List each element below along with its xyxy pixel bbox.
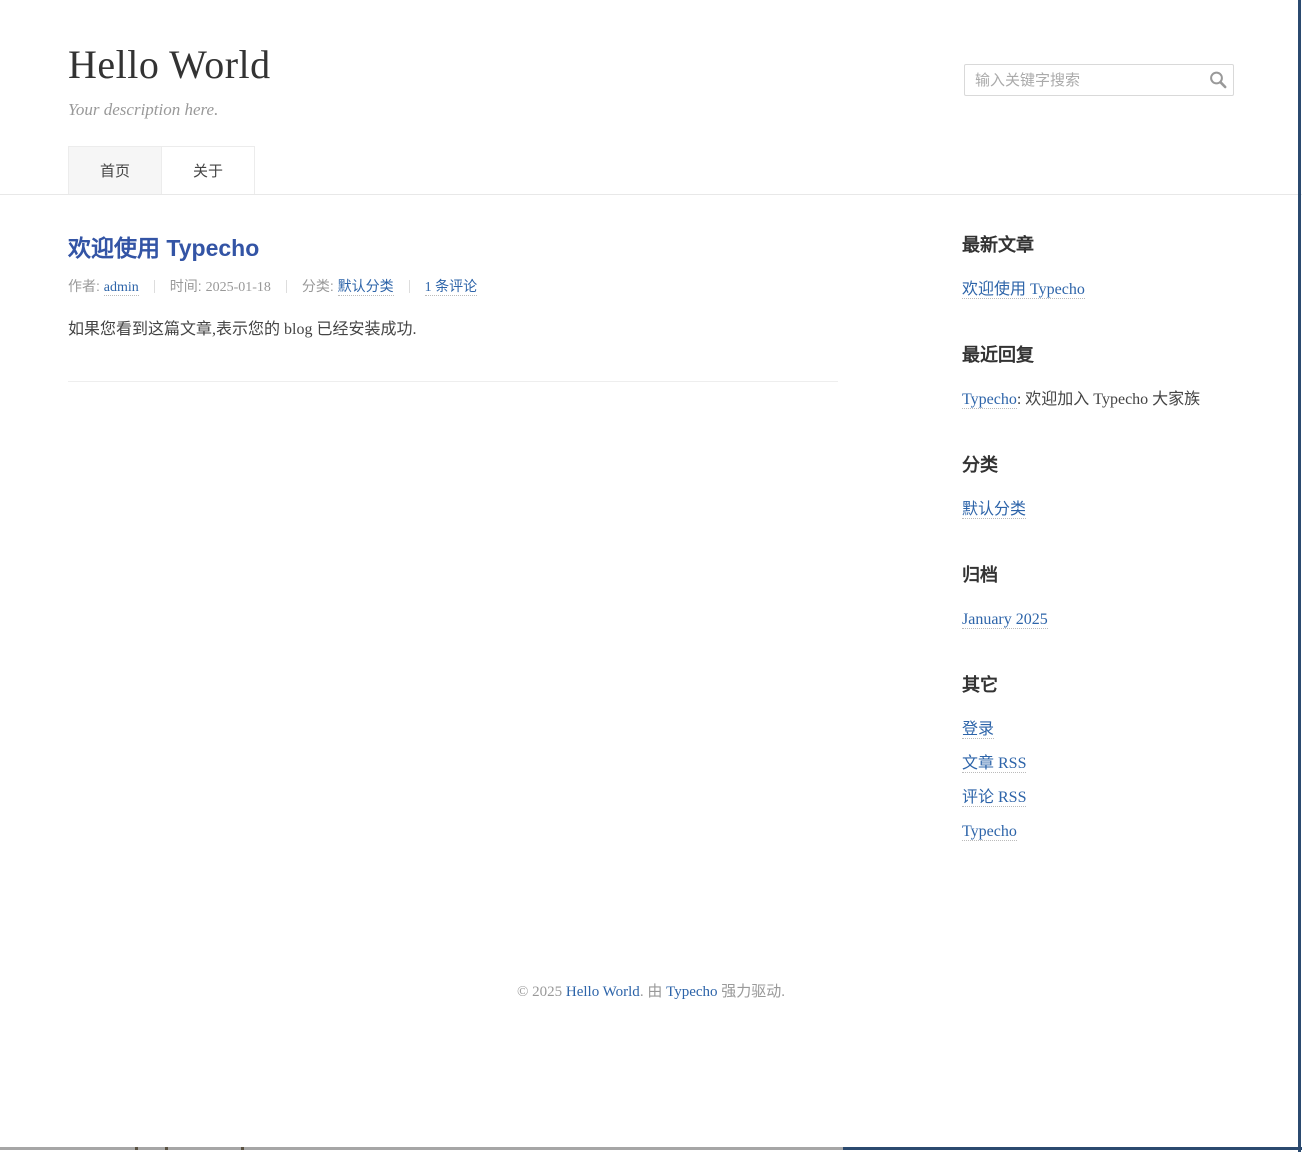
date-label: 时间: xyxy=(170,278,206,294)
list-item: 文章 RSS xyxy=(962,754,1234,774)
post-title: 欢迎使用 Typecho xyxy=(68,233,838,263)
list-item: 登录 xyxy=(962,720,1234,740)
window-right-border xyxy=(1298,0,1301,1152)
comments-link[interactable]: 1 条评论 xyxy=(425,280,478,296)
widget-title: 分类 xyxy=(962,453,1234,477)
taskbar-icon-sliver xyxy=(135,1147,138,1150)
recent-comment-author-link[interactable]: Typecho xyxy=(962,391,1017,409)
recent-post-link[interactable]: 欢迎使用 Typecho xyxy=(962,281,1085,299)
site-description: Your description here. xyxy=(68,100,1234,120)
widget-title: 归档 xyxy=(962,563,1234,587)
nav-tab-about[interactable]: 关于 xyxy=(161,146,255,194)
footer-middle-text: . 由 xyxy=(640,984,666,1000)
author-label: 作者: xyxy=(68,278,104,294)
post: 欢迎使用 Typecho 作者: admin 时间: 2025-01-18 分类: … xyxy=(68,233,838,382)
site-title-link[interactable]: Hello World xyxy=(68,42,271,87)
footer-site-link[interactable]: Hello World xyxy=(566,984,640,1000)
widget-title: 最新文章 xyxy=(962,233,1234,257)
widget-recent-comments: 最近回复 Typecho: 欢迎加入 Typecho 大家族 xyxy=(962,343,1234,410)
taskbar-edge xyxy=(0,1147,843,1150)
author-link[interactable]: admin xyxy=(104,280,139,296)
post-divider xyxy=(68,381,838,382)
comments-rss-link[interactable]: 评论 RSS xyxy=(962,789,1026,807)
footer-copyright: © 2025 Hello World. 由 Typecho 强力驱动. xyxy=(68,980,1234,1061)
list-item: 评论 RSS xyxy=(962,788,1234,808)
category-link[interactable]: 默认分类 xyxy=(338,280,394,296)
recent-comment-excerpt: : 欢迎加入 Typecho 大家族 xyxy=(1017,391,1200,408)
footer-suffix-text: 强力驱动. xyxy=(718,984,786,1000)
window-bottom-border xyxy=(843,1147,1302,1150)
meta-separator xyxy=(409,280,410,293)
copyright-prefix: © 2025 xyxy=(517,984,566,1000)
list-item: January 2025 xyxy=(962,610,1234,630)
archive-link[interactable]: January 2025 xyxy=(962,611,1048,629)
taskbar-icon-sliver xyxy=(241,1147,244,1150)
main-nav: 首页 关于 xyxy=(68,146,1234,194)
widget-recent-posts: 最新文章 欢迎使用 Typecho xyxy=(962,233,1234,300)
category-item-link[interactable]: 默认分类 xyxy=(962,501,1026,519)
main-column: 欢迎使用 Typecho 作者: admin 时间: 2025-01-18 分类: … xyxy=(68,233,838,885)
meta-separator xyxy=(286,280,287,293)
browser-viewport: Hello World Your description here. 首页 关于 xyxy=(0,0,1302,1152)
category-label: 分类: xyxy=(302,278,338,294)
widget-archives: 归档 January 2025 xyxy=(962,563,1234,630)
login-link[interactable]: 登录 xyxy=(962,721,994,739)
list-item: Typecho xyxy=(962,822,1234,842)
post-meta: 作者: admin 时间: 2025-01-18 分类: 默认分类 1 条评论 xyxy=(68,276,838,298)
widget-title: 最近回复 xyxy=(962,343,1234,367)
site-header: Hello World Your description here. 首页 关于 xyxy=(0,0,1302,195)
list-item: Typecho: 欢迎加入 Typecho 大家族 xyxy=(962,390,1234,410)
posts-rss-link[interactable]: 文章 RSS xyxy=(962,755,1026,773)
post-title-link[interactable]: 欢迎使用 Typecho xyxy=(68,235,259,261)
taskbar-icon-sliver xyxy=(165,1147,168,1150)
nav-tab-home[interactable]: 首页 xyxy=(68,146,162,194)
sidebar: 最新文章 欢迎使用 Typecho 最近回复 Typecho: 欢迎加入 Typ… xyxy=(962,233,1234,885)
widget-misc: 其它 登录 文章 RSS 评论 RSS Typecho xyxy=(962,673,1234,842)
widget-title: 其它 xyxy=(962,673,1234,697)
typecho-link[interactable]: Typecho xyxy=(962,823,1017,841)
list-item: 默认分类 xyxy=(962,500,1234,520)
search-input[interactable] xyxy=(964,64,1234,96)
widget-categories: 分类 默认分类 xyxy=(962,453,1234,520)
list-item: 欢迎使用 Typecho xyxy=(962,280,1234,300)
footer-engine-link[interactable]: Typecho xyxy=(666,984,717,1000)
search-submit-button[interactable] xyxy=(1208,70,1228,90)
search-icon xyxy=(1208,78,1228,93)
post-body-text: 如果您看到这篇文章,表示您的 blog 已经安装成功. xyxy=(68,318,838,342)
meta-separator xyxy=(154,280,155,293)
post-date: 2025-01-18 xyxy=(206,280,271,295)
search-box xyxy=(964,64,1234,96)
